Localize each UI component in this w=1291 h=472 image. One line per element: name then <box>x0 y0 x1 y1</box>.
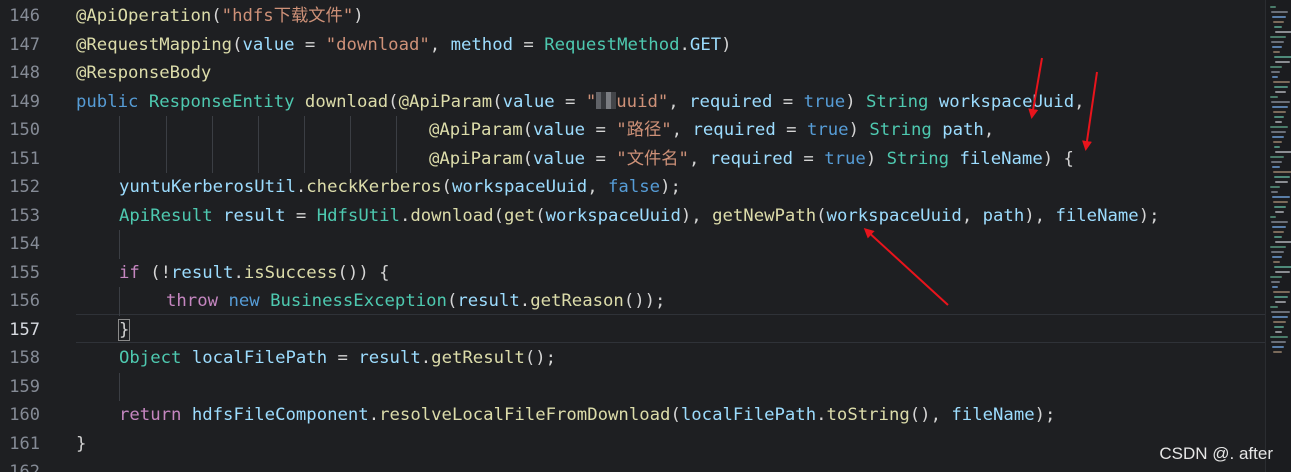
minimap-line <box>1274 206 1286 208</box>
minimap-line <box>1273 321 1286 323</box>
minimap-line <box>1274 26 1282 28</box>
minimap-line <box>1273 81 1290 83</box>
minimap-line <box>1275 121 1282 123</box>
minimap-line <box>1270 126 1288 128</box>
minimap-line <box>1270 186 1280 188</box>
minimap-line <box>1270 216 1276 218</box>
minimap-line <box>1270 336 1288 338</box>
minimap-line <box>1272 226 1286 228</box>
minimap-line <box>1273 141 1282 143</box>
minimap-line <box>1270 306 1278 308</box>
minimap-line <box>1272 316 1288 318</box>
minimap-line <box>1273 291 1290 293</box>
minimap-line <box>1272 136 1284 138</box>
minimap-line <box>1274 296 1288 298</box>
minimap-line <box>1271 311 1290 313</box>
minimap-line <box>1275 91 1286 93</box>
minimap-line <box>1273 231 1284 233</box>
minimap-line <box>1274 146 1280 148</box>
minimap-line <box>1272 46 1282 48</box>
minimap[interactable] <box>1265 0 1291 472</box>
minimap-line <box>1275 181 1288 183</box>
minimap-line <box>1273 21 1284 23</box>
minimap-line <box>1274 86 1288 88</box>
minimap-line <box>1273 351 1282 353</box>
minimap-line <box>1271 281 1280 283</box>
red-arrow-to-getnewpath <box>863 227 949 306</box>
minimap-line <box>1271 101 1290 103</box>
minimap-line <box>1275 301 1286 303</box>
minimap-line <box>1272 256 1282 258</box>
minimap-line <box>1273 261 1280 263</box>
red-arrow-to-filename <box>1082 71 1098 151</box>
minimap-line <box>1270 246 1286 248</box>
minimap-line <box>1270 156 1284 158</box>
watermark-text: CSDN @. after <box>1159 444 1273 463</box>
minimap-line <box>1275 31 1291 33</box>
minimap-line <box>1270 36 1286 38</box>
minimap-line <box>1272 76 1278 78</box>
minimap-line <box>1270 66 1282 68</box>
minimap-line <box>1271 11 1288 13</box>
code-editor[interactable]: 146 147 148 149 150 151 152 153 154 155 156 157 158 1… <box>0 0 1265 472</box>
minimap-line <box>1274 176 1290 178</box>
minimap-line <box>1275 241 1291 243</box>
minimap-line <box>1272 106 1288 108</box>
minimap-line <box>1274 116 1284 118</box>
minimap-line <box>1275 271 1290 273</box>
minimap-line <box>1271 161 1282 163</box>
minimap-line <box>1270 6 1276 8</box>
minimap-line <box>1272 16 1286 18</box>
minimap-line <box>1272 346 1284 348</box>
minimap-line <box>1272 166 1280 168</box>
minimap-line <box>1271 191 1278 193</box>
minimap-line <box>1274 236 1282 238</box>
minimap-line <box>1275 211 1284 213</box>
minimap-line <box>1273 201 1288 203</box>
minimap-line <box>1271 71 1280 73</box>
minimap-line <box>1271 221 1288 223</box>
minimap-line <box>1273 51 1280 53</box>
red-arrow-to-path <box>1028 57 1043 119</box>
minimap-line <box>1270 96 1278 98</box>
minimap-line <box>1272 196 1290 198</box>
minimap-line <box>1273 111 1286 113</box>
minimap-line <box>1271 251 1284 253</box>
minimap-line <box>1274 266 1291 268</box>
annotation-arrows <box>863 57 1098 306</box>
minimap-line <box>1274 326 1284 328</box>
minimap-line <box>1271 131 1286 133</box>
minimap-line <box>1271 41 1284 43</box>
minimap-line <box>1275 331 1282 333</box>
minimap-line <box>1275 151 1291 153</box>
minimap-line <box>1273 171 1291 173</box>
minimap-line <box>1275 61 1290 63</box>
minimap-line <box>1272 286 1278 288</box>
minimap-line <box>1270 276 1282 278</box>
minimap-line <box>1271 341 1286 343</box>
minimap-line <box>1274 56 1291 58</box>
